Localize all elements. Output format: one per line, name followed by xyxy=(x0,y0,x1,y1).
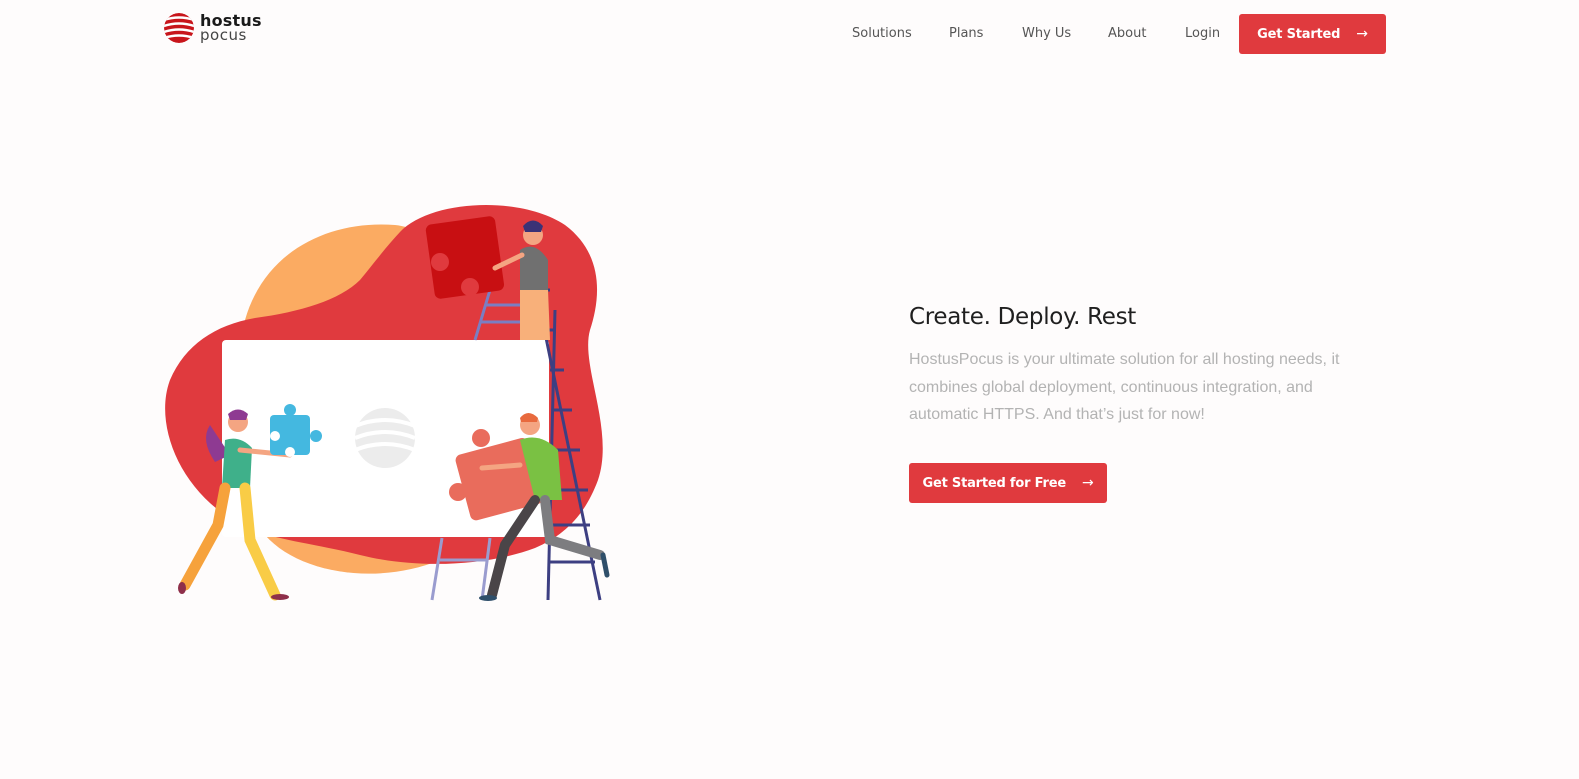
puzzle-piece-top xyxy=(425,216,505,299)
get-started-button[interactable]: Get Started → xyxy=(1239,14,1386,54)
nav-item-login[interactable]: Login xyxy=(1185,14,1220,54)
arrow-right-icon: → xyxy=(1356,26,1368,42)
faint-logo-icon xyxy=(354,408,416,468)
get-started-free-label: Get Started for Free xyxy=(922,475,1066,491)
hero-title: Create. Deploy. Rest xyxy=(909,304,1137,330)
get-started-label: Get Started xyxy=(1257,26,1341,42)
site-header: hostus pocus Solutions Plans Why Us Abou… xyxy=(0,0,1579,68)
nav-item-about[interactable]: About xyxy=(1108,14,1146,54)
nav-item-why-us[interactable]: Why Us xyxy=(1022,14,1071,54)
nav-item-solutions[interactable]: Solutions xyxy=(852,14,912,54)
arrow-right-icon: → xyxy=(1081,475,1094,491)
get-started-free-button[interactable]: Get Started for Free → xyxy=(909,463,1107,503)
hero-description: HostusPocus is your ultimate solution fo… xyxy=(909,351,1340,423)
landing-page: hostus pocus Solutions Plans Why Us Abou… xyxy=(0,0,1579,779)
team-puzzle-illustration xyxy=(165,205,610,601)
nav-item-plans[interactable]: Plans xyxy=(949,14,983,54)
hero-section: Create. Deploy. Rest HostusPocus is your… xyxy=(909,300,1369,429)
